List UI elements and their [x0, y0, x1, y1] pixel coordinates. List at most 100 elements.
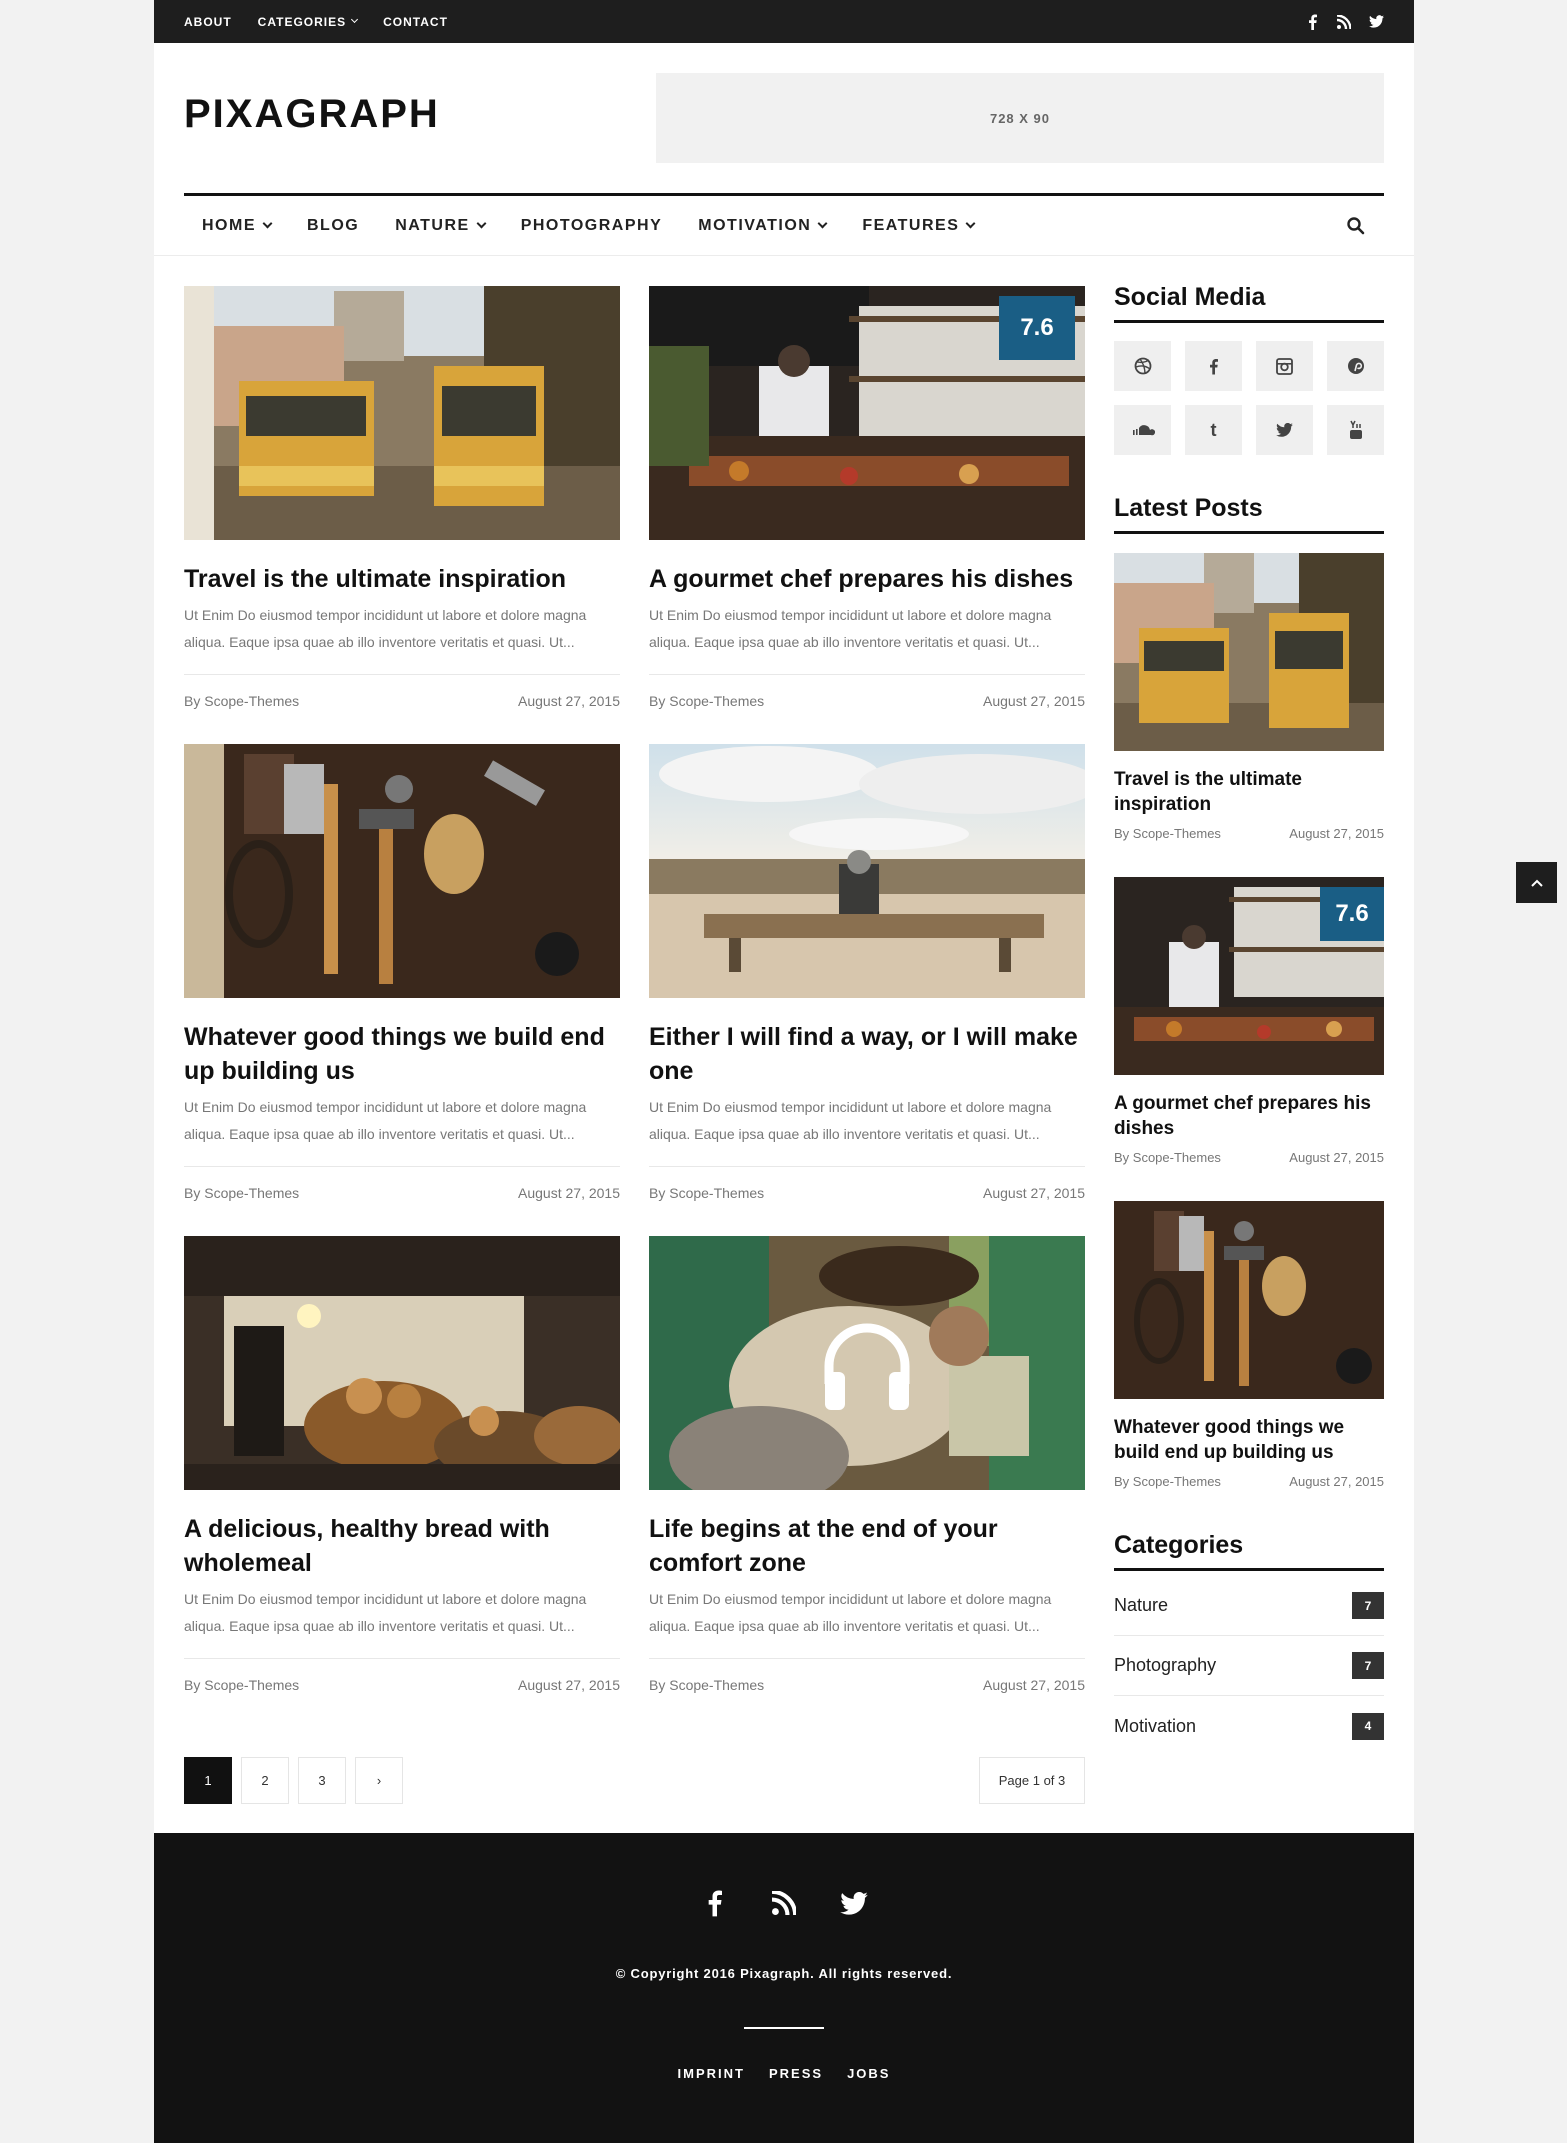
bread-baskets-photo[interactable] [184, 1236, 620, 1490]
post-date: August 27, 2015 [1289, 1474, 1384, 1489]
footer-link-jobs[interactable]: JOBS [847, 2066, 890, 2081]
post-author[interactable]: By Scope-Themes [184, 1185, 299, 1201]
post-date: August 27, 2015 [518, 1185, 620, 1201]
page-2-button[interactable]: 2 [241, 1757, 289, 1804]
post-date: August 27, 2015 [1289, 1150, 1384, 1165]
twitter-icon[interactable] [838, 1887, 870, 1919]
post-date: August 27, 2015 [983, 1677, 1085, 1693]
top-link-contact[interactable]: CONTACT [383, 15, 448, 29]
nav-nature[interactable]: NATURE [395, 216, 487, 235]
page-1-button[interactable]: 1 [184, 1757, 232, 1804]
post-date: August 27, 2015 [983, 1185, 1085, 1201]
nav-features-label: FEATURES [862, 216, 960, 234]
post-author[interactable]: By Scope-Themes [184, 1677, 299, 1693]
latest-post-title[interactable]: Travel is the ultimate inspiration [1114, 767, 1384, 817]
tools-on-wood-thumb[interactable] [1114, 1201, 1384, 1399]
chevron-down-icon [476, 218, 487, 229]
post-title[interactable]: A delicious, healthy bread with wholemea… [184, 1512, 620, 1580]
post-card: Either I will find a way, or I will make… [649, 744, 1085, 1201]
tumblr-icon[interactable]: t [1185, 405, 1242, 455]
tram-street-photo[interactable] [184, 286, 620, 540]
post-card: 7.6 A gourmet chef prepares his dishes U… [649, 286, 1085, 709]
sidebar-title-latest: Latest Posts [1114, 494, 1384, 534]
category-item-photography[interactable]: Photography 7 [1114, 1636, 1384, 1696]
post-meta: By Scope-Themes August 27, 2015 [649, 1658, 1085, 1693]
post-author[interactable]: By Scope-Themes [184, 693, 299, 709]
instagram-icon[interactable] [1256, 341, 1313, 391]
post-card: A delicious, healthy bread with wholemea… [184, 1236, 620, 1693]
post-title[interactable]: Life begins at the end of your comfort z… [649, 1512, 1085, 1580]
latest-post: Whatever good things we build end up bui… [1114, 1201, 1384, 1489]
footer-link-imprint[interactable]: IMPRINT [678, 2066, 745, 2081]
post-meta: By Scope-Themes August 27, 2015 [184, 1658, 620, 1693]
post-excerpt: Ut Enim Do eiusmod tempor incididunt ut … [649, 607, 1052, 650]
facebook-icon[interactable] [698, 1887, 730, 1919]
soundcloud-icon[interactable] [1114, 405, 1171, 455]
post-title[interactable]: Either I will find a way, or I will make… [649, 1020, 1085, 1088]
post-excerpt: Ut Enim Do eiusmod tempor incididunt ut … [649, 1591, 1052, 1634]
youtube-icon[interactable] [1327, 405, 1384, 455]
main-nav: HOME BLOG NATURE PHOTOGRAPHY MOTIVATION … [184, 193, 1384, 255]
nav-home[interactable]: HOME [202, 217, 273, 235]
post-title[interactable]: Whatever good things we build end up bui… [184, 1020, 620, 1088]
search-icon[interactable] [1346, 216, 1366, 236]
footer-links: IMPRINT PRESS JOBS [154, 2066, 1414, 2081]
category-count-badge: 7 [1352, 1652, 1384, 1679]
latest-post-title[interactable]: A gourmet chef prepares his dishes [1114, 1091, 1384, 1141]
nav-nature-label: NATURE [395, 216, 470, 234]
post-excerpt: Ut Enim Do eiusmod tempor incididunt ut … [184, 1099, 587, 1142]
post-author[interactable]: By Scope-Themes [649, 1185, 764, 1201]
twitter-icon[interactable] [1368, 14, 1384, 30]
post-author[interactable]: By Scope-Themes [649, 1677, 764, 1693]
chef-kitchen-thumb[interactable]: 7.6 [1114, 877, 1384, 1075]
top-link-categories[interactable]: CATEGORIES [258, 15, 359, 29]
headphones-icon [817, 1316, 917, 1416]
review-score-badge: 7.6 [999, 296, 1075, 360]
category-item-nature[interactable]: Nature 7 [1114, 1576, 1384, 1636]
nav-photography-label: PHOTOGRAPHY [520, 216, 663, 234]
page-3-button[interactable]: 3 [298, 1757, 346, 1804]
facebook-icon[interactable] [1185, 341, 1242, 391]
post-date: August 27, 2015 [983, 693, 1085, 709]
rss-icon[interactable] [1336, 14, 1352, 30]
facebook-icon[interactable] [1304, 14, 1320, 30]
main-nav-items: HOME BLOG NATURE PHOTOGRAPHY MOTIVATION … [202, 196, 976, 255]
post-title[interactable]: Travel is the ultimate inspiration [184, 562, 620, 596]
ad-banner[interactable]: 728 X 90 [656, 73, 1384, 163]
post-date: August 27, 2015 [1289, 826, 1384, 841]
back-to-top-button[interactable] [1516, 862, 1557, 903]
bench-dunes-photo[interactable] [649, 744, 1085, 998]
nav-photography[interactable]: PHOTOGRAPHY [521, 217, 663, 235]
latest-post-meta: By Scope-Themes August 27, 2015 [1114, 826, 1384, 841]
man-in-van-photo[interactable] [649, 1236, 1085, 1490]
page-count-label: Page 1 of 3 [979, 1757, 1085, 1804]
twitter-icon[interactable] [1256, 405, 1313, 455]
post-excerpt: Ut Enim Do eiusmod tempor incididunt ut … [184, 1591, 587, 1634]
chef-kitchen-photo[interactable]: 7.6 [649, 286, 1085, 540]
rss-icon[interactable] [768, 1887, 800, 1919]
category-count-badge: 7 [1352, 1592, 1384, 1619]
post-title[interactable]: A gourmet chef prepares his dishes [649, 562, 1085, 596]
nav-features[interactable]: FEATURES [862, 216, 976, 235]
tools-on-wood-photo[interactable] [184, 744, 620, 998]
post-date: August 27, 2015 [518, 1677, 620, 1693]
top-link-about[interactable]: ABOUT [184, 15, 232, 29]
tram-street-thumb[interactable] [1114, 553, 1384, 751]
post-meta: By Scope-Themes August 27, 2015 [649, 1166, 1085, 1201]
latest-post-title[interactable]: Whatever good things we build end up bui… [1114, 1415, 1384, 1465]
post-author[interactable]: By Scope-Themes [1114, 1150, 1221, 1165]
dribbble-icon[interactable] [1114, 341, 1171, 391]
nav-motivation[interactable]: MOTIVATION [698, 217, 828, 235]
post-author[interactable]: By Scope-Themes [1114, 826, 1221, 841]
footer-link-press[interactable]: PRESS [769, 2066, 823, 2081]
nav-blog[interactable]: BLOG [307, 217, 359, 235]
site-logo[interactable]: PIXAGRAPH [184, 92, 440, 137]
post-author[interactable]: By Scope-Themes [1114, 1474, 1221, 1489]
pinterest-icon[interactable] [1327, 341, 1384, 391]
category-name: Nature [1114, 1595, 1169, 1615]
next-page-button[interactable]: › [355, 1757, 403, 1804]
review-score-badge: 7.6 [1320, 887, 1384, 941]
category-item-motivation[interactable]: Motivation 4 [1114, 1696, 1384, 1756]
latest-post-meta: By Scope-Themes August 27, 2015 [1114, 1474, 1384, 1489]
post-author[interactable]: By Scope-Themes [649, 693, 764, 709]
